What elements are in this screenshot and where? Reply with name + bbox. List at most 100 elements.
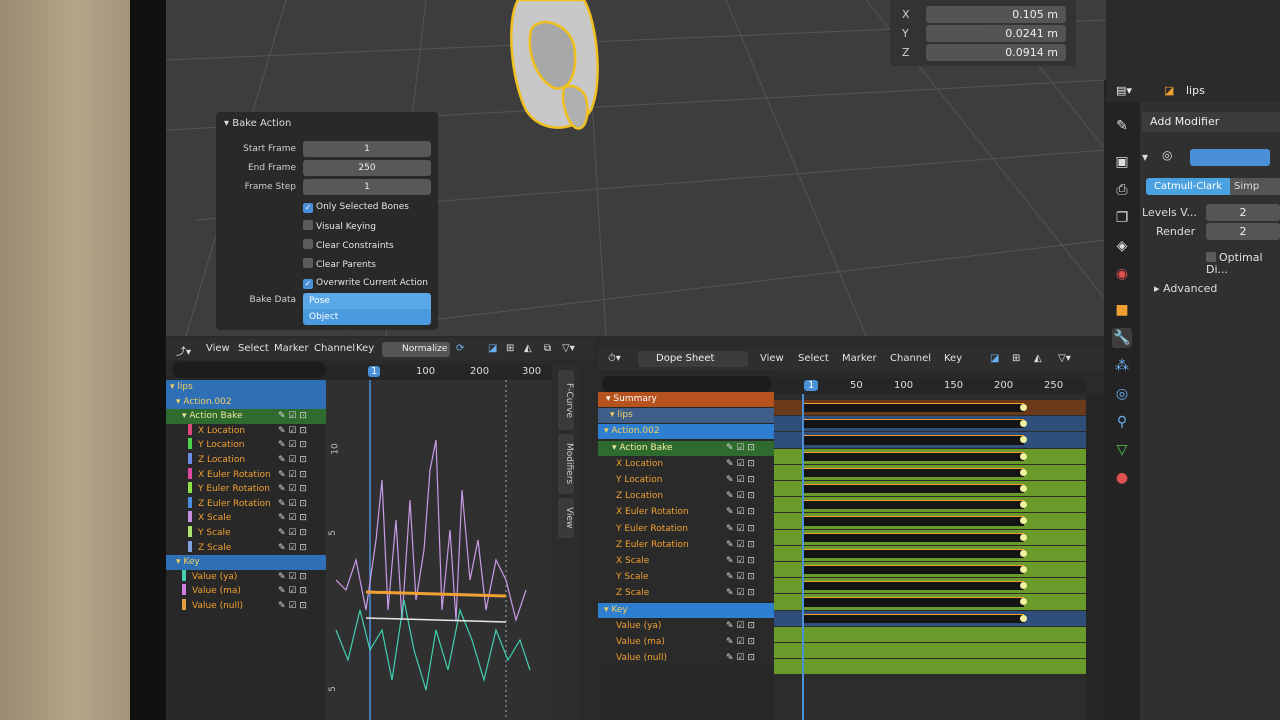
dope-channel-row[interactable]: ▾ Summary (598, 392, 774, 407)
dope-track[interactable] (774, 464, 1086, 480)
keyframe-dot[interactable] (1020, 517, 1027, 525)
keyframe-dot[interactable] (1020, 598, 1027, 606)
graph-curve-area[interactable]: 10 5 5 (326, 380, 552, 720)
dope-track[interactable] (774, 416, 1086, 432)
dope-channel-row[interactable]: ▾ Key (598, 602, 774, 618)
keyframe-block[interactable] (804, 516, 1024, 526)
tab-view[interactable]: View (558, 498, 574, 538)
graph-menu-channel[interactable]: Channel (314, 343, 355, 354)
keyframe-dot[interactable] (1020, 452, 1027, 460)
keyframe-block[interactable] (804, 597, 1024, 607)
tool-icon[interactable]: ✎ (1112, 116, 1132, 136)
dope-channel-row[interactable]: Value (ma) ✎ ☑ ⊡ (598, 635, 774, 650)
dope-track[interactable] (774, 659, 1086, 675)
keyframe-dot[interactable] (1020, 582, 1027, 590)
graph-channel-row[interactable]: ▾ Key (166, 555, 326, 571)
current-frame-indicator[interactable]: 1 (804, 380, 819, 391)
dimension-z-field[interactable]: 0.0914 m (926, 44, 1066, 61)
simple-button[interactable]: Simp (1230, 178, 1280, 195)
keyframe-dot[interactable] (1020, 614, 1027, 622)
graph-frame-ruler[interactable]: 1 100 200 300 (326, 364, 552, 380)
output-icon[interactable]: ⎙ (1112, 180, 1132, 200)
channel-toggle-icons[interactable]: ✎ ☑ ⊡ (278, 570, 307, 585)
proportional-icon[interactable]: ◭ (524, 343, 532, 354)
keyframe-block[interactable] (804, 435, 1024, 445)
keyframe-block[interactable] (804, 467, 1024, 477)
graph-channel-row[interactable]: Y Euler Rotation ✎ ☑ ⊡ (166, 482, 326, 497)
frame-step-field[interactable]: 1 (303, 179, 431, 195)
dope-channel-row[interactable]: X Scale ✎ ☑ ⊡ (598, 554, 774, 569)
graph-channel-row[interactable]: ▾ lips (166, 380, 326, 395)
keyframe-dot[interactable] (1020, 566, 1027, 573)
graph-menu-key[interactable]: Key (356, 343, 374, 354)
graph-channel-row[interactable]: X Scale ✎ ☑ ⊡ (166, 511, 326, 526)
channel-toggle-icons[interactable]: ✎ ☑ ⊡ (726, 441, 755, 456)
channel-toggle-icons[interactable]: ✎ ☑ ⊡ (726, 457, 755, 472)
dope-channel-row[interactable]: Value (ya) ✎ ☑ ⊡ (598, 618, 774, 634)
tab-f-curve[interactable]: F-Curve (558, 370, 574, 430)
dope-track[interactable] (774, 481, 1086, 497)
graph-channel-row[interactable]: Y Scale ✎ ☑ ⊡ (166, 526, 326, 541)
only-selected-bones-checkbox[interactable]: ✓ Only Selected Bones (303, 201, 409, 215)
graph-channel-row[interactable]: X Euler Rotation ✎ ☑ ⊡ (166, 467, 326, 483)
dimension-x[interactable]: X 0.105 m (890, 4, 1076, 24)
channel-toggle-icons[interactable]: ✎ ☑ ⊡ (726, 473, 755, 488)
channel-toggle-icons[interactable]: ✎ ☑ ⊡ (278, 438, 307, 453)
channel-toggle-icons[interactable]: ✎ ☑ ⊡ (726, 651, 755, 666)
dope-channel-row[interactable]: ▾ Action Bake ✎ ☑ ⊡ (598, 440, 774, 456)
tab-modifiers[interactable]: Modifiers (558, 434, 574, 494)
graph-channel-row[interactable]: Z Location ✎ ☑ ⊡ (166, 453, 326, 468)
normalize-toggle[interactable]: Normalize (382, 342, 450, 357)
dope-track[interactable] (774, 578, 1086, 594)
channel-toggle-icons[interactable]: ✎ ☑ ⊡ (278, 541, 307, 556)
keyframe-block[interactable] (804, 419, 1024, 429)
graph-channel-row[interactable]: Value (ya) ✎ ☑ ⊡ (166, 569, 326, 585)
channel-toggle-icons[interactable]: ✎ ☑ ⊡ (278, 453, 307, 468)
clear-parents-checkbox[interactable]: Clear Parents (303, 258, 376, 272)
graph-channel-row[interactable]: Y Location ✎ ☑ ⊡ (166, 438, 326, 453)
filter-icon[interactable]: ▽▾ (1058, 353, 1071, 364)
dope-track[interactable] (774, 545, 1086, 561)
graph-search-input[interactable] (172, 362, 326, 378)
dope-sheet-mode-select[interactable]: Dope Sheet (638, 351, 748, 367)
snap-icon[interactable]: ⧉ (544, 343, 551, 354)
dope-timeline-area[interactable] (774, 394, 1086, 720)
graph-menu-marker[interactable]: Marker (274, 343, 309, 354)
keyframe-block[interactable] (804, 581, 1024, 591)
channel-toggle-icons[interactable]: ✎ ☑ ⊡ (726, 586, 755, 601)
dope-menu-view[interactable]: View (760, 353, 784, 364)
bake-data-object-option[interactable]: Object (303, 309, 431, 325)
dimension-y-field[interactable]: 0.0241 m (926, 25, 1066, 42)
keyframe-block[interactable] (804, 500, 1024, 510)
keyframe-dot[interactable] (1020, 533, 1027, 541)
dope-channel-row[interactable]: Z Scale ✎ ☑ ⊡ (598, 586, 774, 602)
dope-frame-ruler[interactable]: 1 50 100 150 200 250 (774, 378, 1086, 394)
visual-keying-checkbox[interactable]: Visual Keying (303, 220, 376, 234)
channel-toggle-icons[interactable]: ✎ ☑ ⊡ (726, 554, 755, 569)
graph-channel-row[interactable]: Z Scale ✎ ☑ ⊡ (166, 540, 326, 556)
dope-channel-row[interactable]: ▾ lips (598, 408, 774, 424)
graph-channel-row[interactable]: Value (ma) ✎ ☑ ⊡ (166, 584, 326, 599)
dope-track[interactable] (774, 562, 1086, 578)
dope-track[interactable] (774, 610, 1086, 626)
dope-search-input[interactable] (602, 376, 772, 392)
add-modifier-button[interactable]: Add Modifier (1142, 112, 1280, 132)
bake-data-pose-option[interactable]: Pose (303, 293, 431, 309)
material-icon[interactable]: ● (1112, 468, 1132, 488)
keyframe-block[interactable] (804, 403, 1024, 413)
render-levels-field[interactable]: 2 (1206, 223, 1280, 240)
dope-track[interactable] (774, 626, 1086, 642)
dope-channel-row[interactable]: Y Euler Rotation ✎ ☑ ⊡ (598, 521, 774, 537)
dope-track[interactable] (774, 497, 1086, 513)
render-icon[interactable]: ▣ (1112, 152, 1132, 172)
start-frame-field[interactable]: 1 (303, 141, 431, 157)
keyframe-dot[interactable] (1020, 501, 1027, 509)
3d-viewport[interactable]: X 0.105 m Y 0.0241 m Z 0.0914 m ▾ Bake A… (166, 0, 1106, 336)
show-only-selected-icon[interactable]: ◪ (990, 353, 999, 364)
dope-channel-row[interactable]: X Euler Rotation ✎ ☑ ⊡ (598, 505, 774, 521)
dope-track[interactable] (774, 400, 1086, 416)
scene-icon[interactable]: ◈ (1112, 236, 1132, 256)
dope-menu-select[interactable]: Select (798, 353, 829, 364)
bake-action-header[interactable]: ▾ Bake Action (224, 118, 291, 129)
dimension-z[interactable]: Z 0.0914 m (890, 42, 1076, 62)
